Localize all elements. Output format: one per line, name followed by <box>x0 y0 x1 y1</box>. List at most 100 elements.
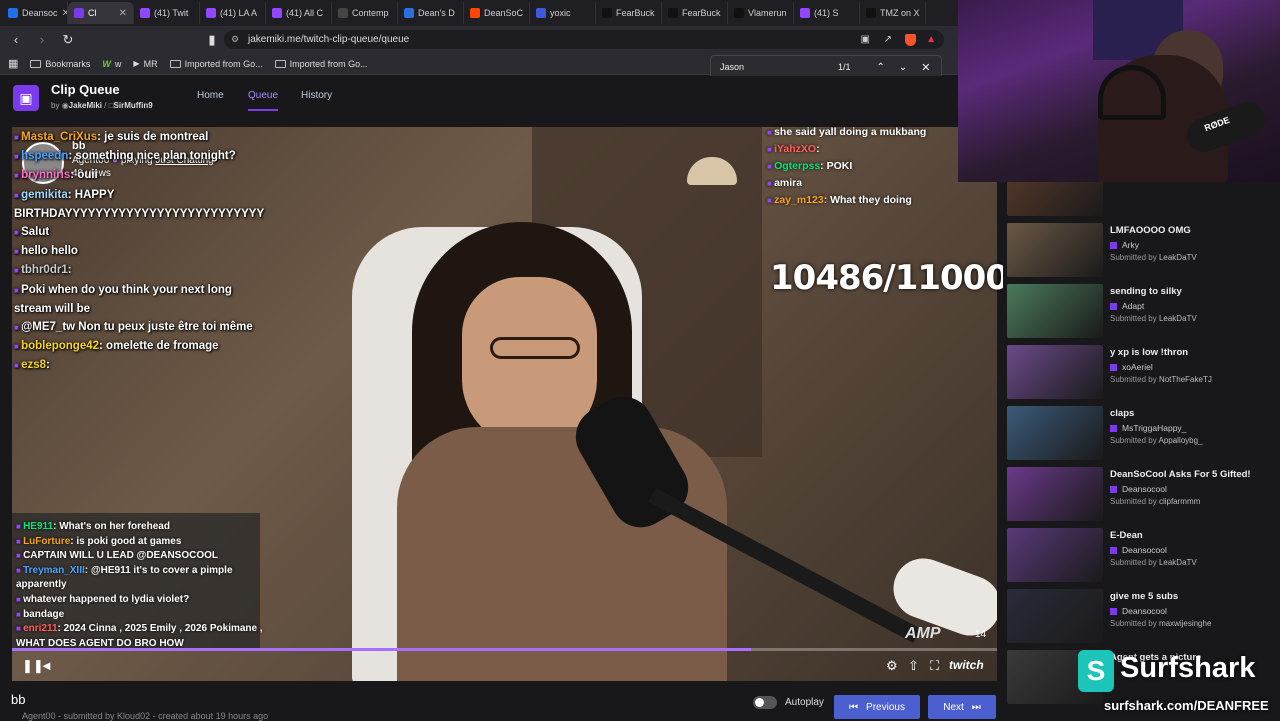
stream-chat-left: ■ Masta_CriXus: je suis de montreal ■ hsp… <box>14 128 264 376</box>
forward-icon[interactable]: › <box>32 32 52 47</box>
find-prev-icon[interactable]: ⌃ <box>877 62 885 73</box>
queue-item[interactable]: DeanSoCool Asks For 5 Gifted! Deansocool S… <box>1007 467 1277 525</box>
twitch-logo[interactable]: twitch <box>949 658 984 672</box>
volume-icon[interactable]: ◄ <box>40 658 53 673</box>
browser-tab[interactable]: Vlamerun <box>728 2 794 24</box>
queue-thumbnail[interactable] <box>1007 528 1103 582</box>
submitted-by-label: Submitted by <box>1110 436 1157 445</box>
autoplay-toggle[interactable] <box>753 696 777 709</box>
browser-tab[interactable]: yoxic <box>530 2 596 24</box>
nav-home[interactable]: Home <box>197 90 224 101</box>
chat-badge-icon: ■ <box>16 624 24 634</box>
queue-item[interactable]: give me 5 subs Deansocool Submitted by max… <box>1007 589 1277 647</box>
browser-tab[interactable]: (41) LA A <box>200 2 266 24</box>
chat-text: omelette de fromage <box>106 340 219 353</box>
browser-tab[interactable]: TMZ on X <box>860 2 926 24</box>
previous-button[interactable]: ⏮ Previous <box>834 695 920 719</box>
back-icon[interactable]: ‹ <box>6 32 26 47</box>
previous-icon: ⏮ <box>849 701 859 713</box>
sub-goal-counter: 10486/11000 <box>770 258 1009 298</box>
submitted-by-label: Submitted by <box>1110 497 1157 506</box>
browser-tab[interactable]: (41) S <box>794 2 860 24</box>
browser-tab[interactable]: FearBuck <box>596 2 662 24</box>
tab-close-icon[interactable]: ✕ <box>119 8 127 19</box>
queue-item[interactable]: y xp is low !thron xoAeriel Submitted by N… <box>1007 345 1277 403</box>
app-header: ▣ Clip Queue by ◉JakeMiki / □SirMuffin9 … <box>0 76 1000 120</box>
chat-username: Masta_CriXus <box>21 131 98 143</box>
submitter-name: LeakDaTV <box>1158 253 1197 262</box>
chat-message: ■ LuForture: is poki good at games <box>16 535 182 547</box>
chat-message: ■ Masta_CriXus: je suis de montreal <box>14 131 209 143</box>
chat-badge-icon: ■ <box>14 361 22 371</box>
browser-tab[interactable]: Contemp <box>332 2 398 24</box>
next-label: Next <box>943 701 964 713</box>
apps-icon[interactable]: ▦ <box>8 57 18 70</box>
next-button[interactable]: Next ⏭ <box>928 695 996 719</box>
queue-item[interactable]: Submitted by KappaManJason <box>1007 180 1277 220</box>
bookmark-mr[interactable]: ▶ MR <box>133 59 157 69</box>
queue-item[interactable]: LMFAOOOO OMG Arky Submitted by LeakDaTV <box>1007 223 1277 281</box>
browser-tab[interactable]: (41) Twit <box>134 2 200 24</box>
site-info-icon[interactable]: ⚙ <box>231 34 239 45</box>
chat-message: ■ gemikita: HAPPY BIRTHDAYYYYYYYYYYYYYYY… <box>14 188 265 220</box>
find-next-icon[interactable]: ⌄ <box>899 62 907 73</box>
bookmark-imported-2-label: Imported from Go... <box>289 58 368 69</box>
autoplay-control[interactable]: Autoplay <box>753 696 824 709</box>
nav-queue[interactable]: Queue <box>248 90 279 111</box>
browser-tab[interactable]: DeanSoC <box>464 2 530 24</box>
progress-bar[interactable] <box>12 648 997 651</box>
nav-history[interactable]: History <box>301 90 332 101</box>
tab-label: FearBuck <box>682 8 721 18</box>
bookmark-icon[interactable]: ▮ <box>202 32 222 48</box>
address-bar[interactable]: ⚙ jakemiki.me/twitch-clip-queue/queue ▣ … <box>224 30 944 49</box>
brave-shield-icon[interactable] <box>905 33 916 46</box>
chat-message: ■ HE911: What's on her forehead <box>16 521 170 532</box>
bookmark-imported-2[interactable]: Imported from Go... <box>274 58 368 69</box>
browser-tab[interactable]: FearBuck <box>662 2 728 24</box>
queue-item-author: Arky <box>1110 240 1139 250</box>
queue-thumbnail[interactable] <box>1007 406 1103 460</box>
chat-username: zay_m123 <box>774 194 824 206</box>
author-link-2[interactable]: SirMuffin9 <box>114 101 153 110</box>
bookmark-w[interactable]: Ww <box>102 59 121 69</box>
queue-item[interactable]: claps MsTriggaHappy_ Submitted by Appalloy… <box>1007 406 1277 464</box>
browser-tab[interactable]: Dean's D <box>398 2 464 24</box>
queue-thumbnail[interactable] <box>1007 467 1103 521</box>
chat-username: hspeedn <box>21 150 69 163</box>
chat-text: bandage <box>23 608 65 620</box>
webcam-overlay: RØDE <box>958 0 1280 182</box>
share-icon[interactable]: ⇧ <box>908 658 919 674</box>
queue-item-title: claps <box>1110 408 1135 419</box>
chat-badge-icon: ■ <box>14 228 22 238</box>
queue-thumbnail[interactable] <box>1007 284 1103 338</box>
reader-icon[interactable]: ▣ <box>861 34 870 45</box>
submitter-name: LeakDaTV <box>1158 558 1197 567</box>
chat-message: ■ Ogterpss: POKI <box>767 160 853 172</box>
brave-rewards-icon[interactable]: ▲ <box>926 34 936 45</box>
queue-item[interactable]: E-Dean Deansocool Submitted by LeakDaTV <box>1007 528 1277 586</box>
bookmark-imported-1[interactable]: Imported from Go... <box>169 59 263 69</box>
queue-thumbnail[interactable] <box>1007 223 1103 277</box>
queue-thumbnail[interactable] <box>1007 345 1103 399</box>
browser-tab[interactable]: (41) All C <box>266 2 332 24</box>
bookmarks-menu[interactable]: Bookmarks <box>30 59 90 69</box>
browser-tab[interactable]: Deansoc✕ <box>2 2 68 24</box>
queue-item[interactable]: sending to silky Adapt Submitted by LeakDa… <box>1007 284 1277 342</box>
share-icon[interactable]: ↗ <box>884 34 892 45</box>
submitted-by-label: Submitted by <box>1110 558 1157 567</box>
clip-queue-logo-icon[interactable]: ▣ <box>13 85 39 111</box>
settings-gear-icon[interactable]: ⚙ <box>886 658 898 674</box>
browser-tab[interactable]: Cl ✕ <box>68 2 134 24</box>
reload-icon[interactable]: ↻ <box>58 32 78 48</box>
find-input[interactable]: Jason <box>720 62 830 72</box>
fullscreen-icon[interactable]: ⛶ <box>930 658 939 674</box>
queue-thumbnail[interactable] <box>1007 589 1103 643</box>
author-link-1[interactable]: JakeMiki <box>69 101 102 110</box>
chat-username: iYahzXO <box>774 143 817 155</box>
find-close-icon[interactable]: ✕ <box>921 61 930 74</box>
queue-item-submitted: Submitted by LeakDaTV <box>1110 314 1197 323</box>
clip-title: bb <box>11 692 26 707</box>
chat-text: @ME7_tw Non tu peux juste être toi même <box>21 321 253 334</box>
tab-label: (41) S <box>814 8 839 18</box>
queue-thumbnail[interactable] <box>1007 180 1103 216</box>
